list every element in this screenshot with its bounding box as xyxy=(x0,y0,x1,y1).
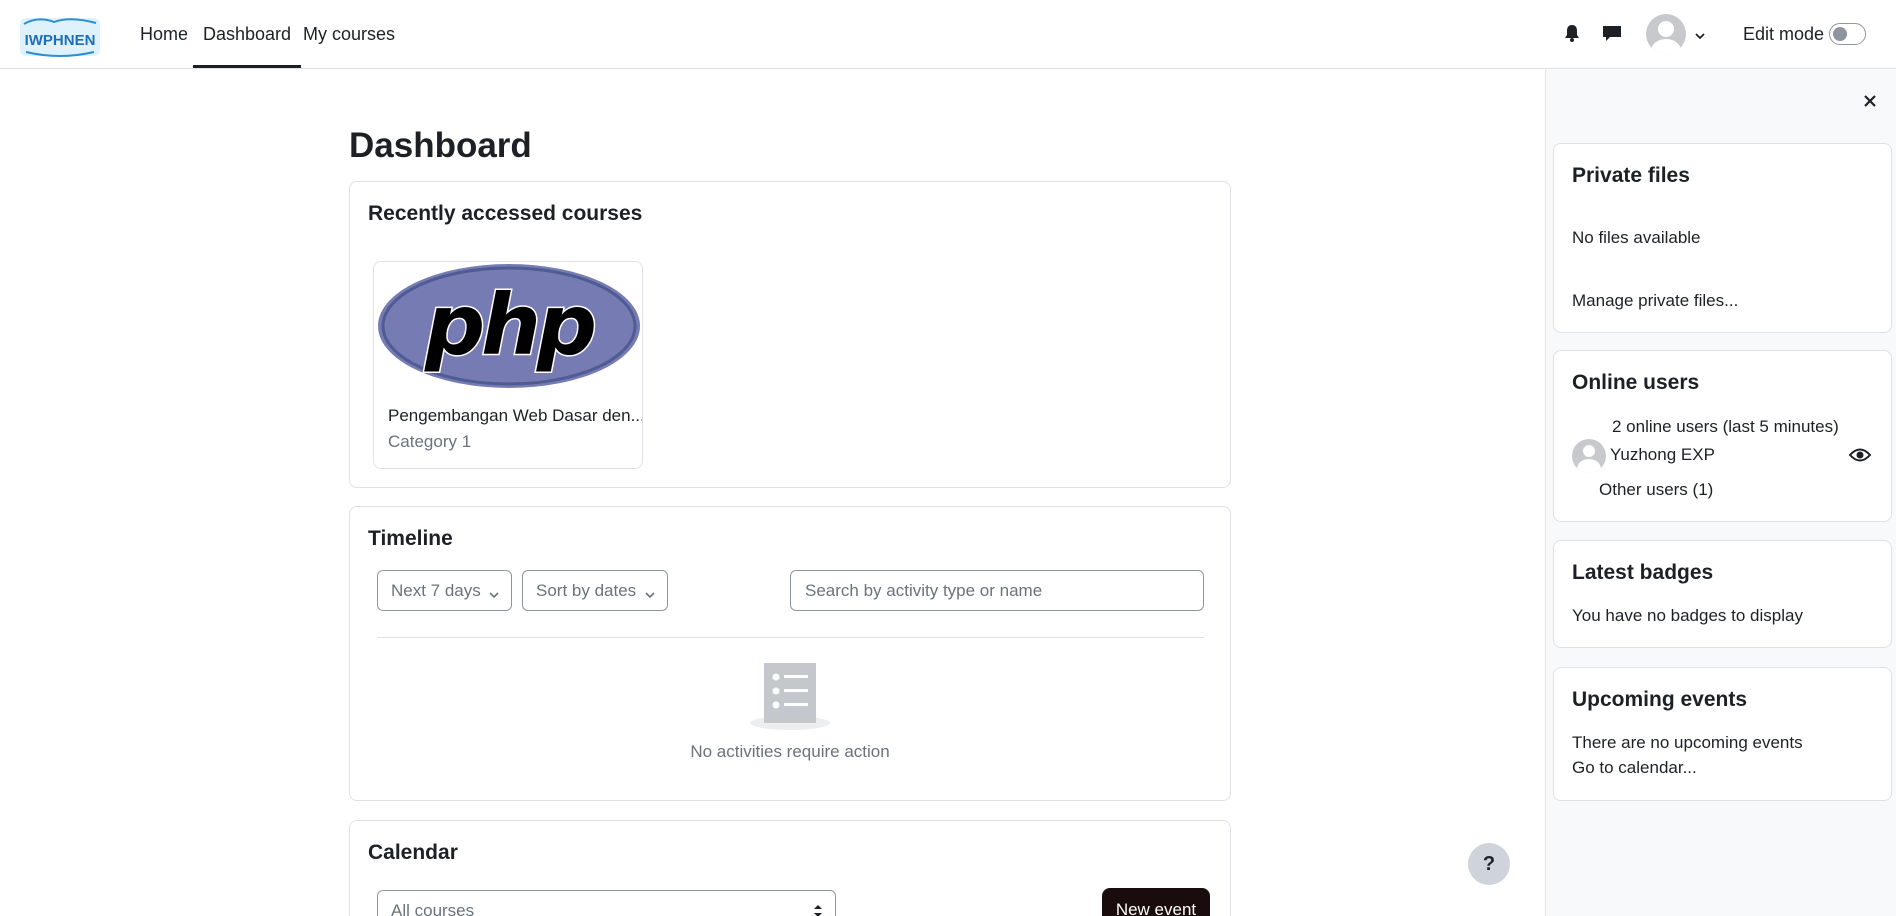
course-category: Category 1 xyxy=(388,432,472,451)
online-users-summary: 2 online users (last 5 minutes) xyxy=(1612,417,1839,436)
no-events-text: There are no upcoming events xyxy=(1572,733,1803,752)
timeline-sort-dropdown[interactable]: Sort by dates xyxy=(522,570,668,611)
course-card[interactable]: php Pengembangan Web Dasar den... Catego… xyxy=(373,261,643,469)
timeline-empty-message: No activities require action xyxy=(690,742,890,761)
no-badges-text: You have no badges to display xyxy=(1572,606,1803,625)
block-title: Recently accessed courses xyxy=(368,202,643,225)
block-title: Online users xyxy=(1572,371,1700,394)
calendar-block: Calendar All courses New event xyxy=(349,820,1231,916)
online-user-name[interactable]: Yuzhong EXP xyxy=(1610,445,1715,465)
divider xyxy=(377,637,1204,638)
latest-badges-block: Latest badges You have no badges to disp… xyxy=(1553,540,1892,648)
recent-courses-block: Recently accessed courses php Pengembang… xyxy=(349,181,1231,488)
nav-home[interactable]: Home xyxy=(140,24,188,45)
eye-icon[interactable] xyxy=(1848,447,1872,468)
edit-mode-label: Edit mode xyxy=(1743,24,1825,44)
timeline-filter-dropdown[interactable]: Next 7 days xyxy=(377,570,512,611)
top-navbar: IWPHNEN Home Dashboard My courses Edit m… xyxy=(0,0,1896,69)
timeline-search-input[interactable] xyxy=(790,570,1204,611)
calendar-course-select[interactable]: All courses xyxy=(377,890,836,916)
other-users-text: Other users (1) xyxy=(1599,480,1714,499)
go-to-calendar-link[interactable]: Go to calendar... xyxy=(1572,758,1697,778)
private-files-block: Private files No files available Manage … xyxy=(1553,143,1892,333)
manage-private-files-link[interactable]: Manage private files... xyxy=(1572,291,1738,311)
timeline-sort-label: Sort by dates xyxy=(536,580,637,600)
empty-activities-icon xyxy=(750,661,830,738)
nav-my-courses[interactable]: My courses xyxy=(303,24,395,45)
course-name[interactable]: Pengembangan Web Dasar den... xyxy=(388,406,642,426)
user-avatar xyxy=(1572,439,1606,473)
online-users-block: Online users 2 online users (last 5 minu… xyxy=(1553,350,1892,522)
course-image: php xyxy=(374,262,642,392)
site-logo[interactable]: IWPHNEN xyxy=(18,14,102,60)
php-logo-text: php xyxy=(424,276,594,374)
nav-dashboard[interactable]: Dashboard xyxy=(192,24,302,68)
message-icon[interactable] xyxy=(1601,22,1623,44)
bell-icon[interactable] xyxy=(1561,22,1583,44)
help-button[interactable]: ? xyxy=(1468,843,1510,885)
timeline-filter-label: Next 7 days xyxy=(391,580,481,600)
block-drawer: Private files No files available Manage … xyxy=(1545,70,1896,916)
block-title: Upcoming events xyxy=(1572,688,1748,711)
block-title: Latest badges xyxy=(1572,561,1714,584)
block-title: Private files xyxy=(1572,164,1690,187)
new-event-button[interactable]: New event xyxy=(1102,888,1210,916)
block-title: Calendar xyxy=(368,841,458,864)
select-arrows-icon xyxy=(813,903,823,916)
chevron-down-icon xyxy=(489,585,499,605)
user-avatar[interactable] xyxy=(1646,14,1686,54)
no-files-text: No files available xyxy=(1572,228,1701,247)
chevron-down-icon xyxy=(645,585,655,605)
chevron-down-icon[interactable] xyxy=(1694,26,1706,46)
page-title: Dashboard xyxy=(349,126,532,165)
timeline-block: Timeline Next 7 days Sort by dates No ac… xyxy=(349,506,1231,801)
block-title: Timeline xyxy=(368,527,453,550)
logo-text: IWPHNEN xyxy=(25,32,96,49)
edit-mode-toggle[interactable] xyxy=(1829,23,1866,45)
close-icon[interactable] xyxy=(1861,92,1879,110)
course-select-value: All courses xyxy=(391,901,475,916)
upcoming-events-block: Upcoming events There are no upcoming ev… xyxy=(1553,667,1892,801)
